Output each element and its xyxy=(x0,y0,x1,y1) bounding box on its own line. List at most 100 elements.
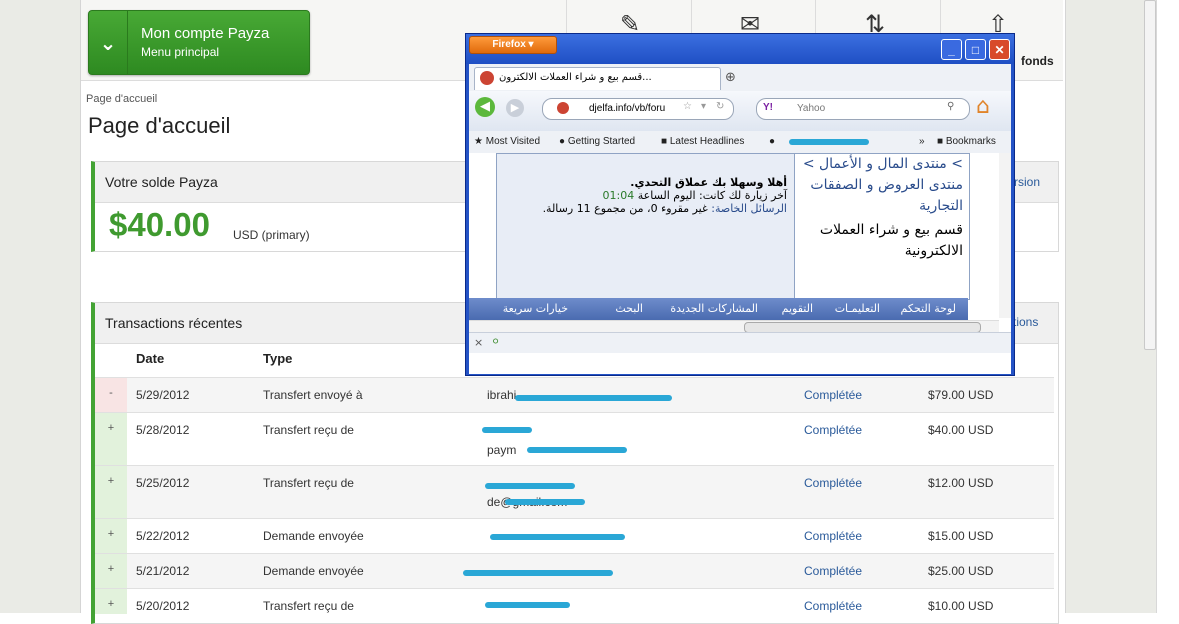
maximize-button[interactable]: □ xyxy=(965,39,986,60)
account-title: Mon compte Payza xyxy=(141,25,270,42)
minimize-button[interactable]: _ xyxy=(941,39,962,60)
row-status[interactable]: Complétée xyxy=(804,599,862,613)
home-icon[interactable]: ⌂ xyxy=(976,94,990,119)
row-amount: $25.00 USD xyxy=(928,564,994,578)
row-date: 5/22/2012 xyxy=(136,529,190,543)
yahoo-icon: Y! xyxy=(763,102,773,113)
table-row[interactable]: - 5/29/2012 Transfert envoyé à ibrahi Co… xyxy=(95,377,1054,413)
bookmark-latest-headlines[interactable]: ■ Latest Headlines xyxy=(661,136,744,147)
table-row[interactable]: + 5/22/2012 Demande envoyée Complétée $1… xyxy=(95,518,1054,554)
redaction-mark xyxy=(527,447,627,453)
row-type: Demande envoyée xyxy=(263,564,364,578)
new-tab-icon[interactable]: ⊕ xyxy=(725,70,736,85)
bookmark-getting-started[interactable]: ● Getting Started xyxy=(559,136,635,147)
search-bar[interactable]: Y! Yahoo ⚲ xyxy=(756,98,970,120)
search-icon[interactable]: ⚲ xyxy=(947,101,954,112)
page-scrollbar[interactable] xyxy=(1156,0,1179,613)
nav-quick-options[interactable]: خيارات سريعة xyxy=(503,302,568,315)
url-text: djelfa.info/vb/foru xyxy=(589,103,666,114)
all-transactions-link[interactable]: tions xyxy=(1013,315,1038,329)
firefox-titlebar[interactable]: Firefox ▾ _ □ ✕ xyxy=(466,34,1014,64)
row-sign: - xyxy=(95,378,127,413)
table-row[interactable]: + 5/21/2012 Demande envoyée Complétée $2… xyxy=(95,553,1054,589)
chevron-down-icon: ⌄ xyxy=(89,11,128,74)
page-title: Page d'accueil xyxy=(88,113,231,138)
content-vertical-scrollbar[interactable] xyxy=(999,153,1011,318)
site-favicon-icon xyxy=(480,71,494,85)
account-menu-button[interactable]: ⌄ Mon compte Payza Menu principal xyxy=(88,10,310,75)
row-amount: $79.00 USD xyxy=(928,388,994,402)
reload-icon[interactable]: ↻ xyxy=(716,101,724,112)
row-date: 5/28/2012 xyxy=(136,423,190,437)
row-sign: + xyxy=(95,519,127,554)
welcome-panel: أهلا وسهلا بك عملاق التحدي. آخر زيارة لك… xyxy=(505,176,787,215)
chevron-right-icon[interactable]: » xyxy=(919,136,925,147)
back-icon[interactable]: ◀ xyxy=(475,97,495,117)
row-amount: $12.00 USD xyxy=(928,476,994,490)
status-bar: × ⚪ xyxy=(469,332,1011,353)
row-status[interactable]: Complétée xyxy=(804,388,862,402)
close-icon[interactable]: × xyxy=(474,336,483,349)
navigation-toolbar: ◀ ▶ djelfa.info/vb/foru ☆ ▾ ↻ Y! Yahoo ⚲… xyxy=(469,91,1011,132)
bookmark-site[interactable]: ● xyxy=(769,136,775,147)
row-sign: + xyxy=(95,413,127,466)
url-bar[interactable]: djelfa.info/vb/foru ☆ ▾ ↻ xyxy=(542,98,734,120)
welcome-line: أهلا وسهلا بك عملاق التحدي. xyxy=(630,176,787,189)
row-status[interactable]: Complétée xyxy=(804,564,862,578)
account-subtitle: Menu principal xyxy=(141,45,220,59)
breadcrumb[interactable]: Page d'accueil xyxy=(86,93,157,105)
redaction-mark xyxy=(515,395,672,401)
table-row[interactable]: + 5/20/2012 Transfert reçu de Complétée … xyxy=(95,588,1054,614)
row-type: Transfert envoyé à xyxy=(263,388,363,402)
browser-tab[interactable]: قسم بيع و شراء العملات الالكترون... xyxy=(474,67,721,90)
row-amount: $10.00 USD xyxy=(928,599,994,613)
last-visit: آخر زيارة لك كانت: اليوم الساعة 01:04 xyxy=(602,189,787,202)
page-content: > منتدى المال و الأعمال > منتدى العروض و… xyxy=(469,153,1011,374)
dropdown-icon[interactable]: ▾ xyxy=(701,101,706,112)
row-amount: $15.00 USD xyxy=(928,529,994,543)
nav-calendar[interactable]: التقويم xyxy=(782,302,813,315)
row-status[interactable]: Complétée xyxy=(804,476,862,490)
page-scrollbar-thumb[interactable] xyxy=(1144,0,1156,350)
forum-breadcrumb[interactable]: > منتدى المال و الأعمال > منتدى العروض و… xyxy=(794,154,969,299)
firefox-menu-button[interactable]: Firefox ▾ xyxy=(469,36,557,54)
row-date: 5/21/2012 xyxy=(136,564,190,578)
table-row[interactable]: + 5/28/2012 Transfert reçu de paym Compl… xyxy=(95,412,1054,466)
row-date: 5/29/2012 xyxy=(136,388,190,402)
row-date: 5/20/2012 xyxy=(136,599,190,613)
redaction-mark xyxy=(482,427,532,433)
table-row[interactable]: + 5/25/2012 Transfert reçu de de@gmail.c… xyxy=(95,465,1054,519)
nav-search[interactable]: البحث xyxy=(615,302,643,315)
star-icon[interactable]: ☆ xyxy=(683,101,692,112)
tab-title: قسم بيع و شراء العملات الالكترون... xyxy=(499,72,652,83)
nav-control-panel[interactable]: لوحة التحكم xyxy=(901,302,956,315)
redaction-mark xyxy=(463,570,613,576)
forward-icon[interactable]: ▶ xyxy=(506,99,524,117)
firefox-window[interactable]: Firefox ▾ _ □ ✕ قسم بيع و شراء العملات ا… xyxy=(465,33,1015,376)
nav-new-posts[interactable]: المشاركات الجديدة xyxy=(670,302,758,315)
row-sign: + xyxy=(95,554,127,589)
redaction-mark xyxy=(490,534,625,540)
forum-path-text[interactable]: > منتدى المال و الأعمال > منتدى العروض و… xyxy=(803,156,963,214)
row-status[interactable]: Complétée xyxy=(804,529,862,543)
addon-icon[interactable]: ⚪ xyxy=(491,335,500,348)
balance-title: Votre solde Payza xyxy=(105,174,218,190)
row-party-email: paym xyxy=(487,443,517,457)
site-identity-icon xyxy=(557,102,569,114)
row-sign: + xyxy=(95,589,127,614)
bookmarks-menu[interactable]: ■ Bookmarks xyxy=(937,136,996,147)
col-type[interactable]: Type xyxy=(263,351,292,366)
nav-help[interactable]: التعليمـات xyxy=(835,302,880,315)
nav-funds-label[interactable]: fonds xyxy=(1021,54,1054,68)
bookmark-most-visited[interactable]: ★ Most Visited xyxy=(474,136,540,147)
private-messages[interactable]: الرسائل الخاصة: غير مقروء 0، من مجموع 11… xyxy=(505,202,787,215)
col-date[interactable]: Date xyxy=(136,351,164,366)
transactions-title: Transactions récentes xyxy=(105,315,243,331)
conversion-link[interactable]: rsion xyxy=(1014,175,1040,189)
row-sign: + xyxy=(95,466,127,519)
row-status[interactable]: Complétée xyxy=(804,423,862,437)
row-type: Transfert reçu de xyxy=(263,423,354,437)
redaction-mark xyxy=(789,139,869,145)
close-button[interactable]: ✕ xyxy=(989,39,1010,60)
row-type: Transfert reçu de xyxy=(263,476,354,490)
